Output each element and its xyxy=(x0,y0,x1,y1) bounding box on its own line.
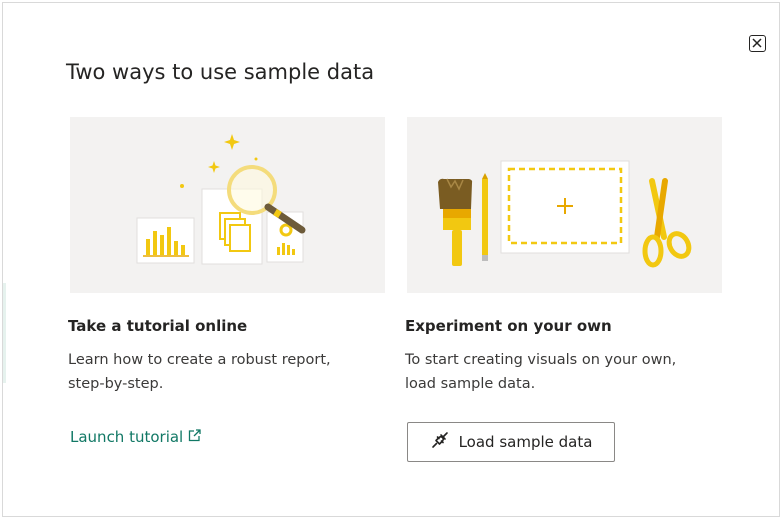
load-sample-data-label: Load sample data xyxy=(458,433,593,451)
close-icon xyxy=(752,38,762,48)
experiment-description: To start creating visuals on your own, l… xyxy=(405,352,677,392)
close-button[interactable] xyxy=(749,35,766,52)
load-sample-data-button[interactable]: Load sample data xyxy=(407,422,615,462)
external-link-icon xyxy=(187,428,202,447)
tutorial-illustration xyxy=(70,117,385,293)
plug-icon xyxy=(430,430,450,454)
experiment-heading: Experiment on your own xyxy=(405,317,612,335)
experiment-illustration xyxy=(407,117,722,293)
sample-data-dialog: Two ways to use sample data Take a tutor… xyxy=(2,2,780,517)
dialog-title: Two ways to use sample data xyxy=(66,60,375,84)
tutorial-heading: Take a tutorial online xyxy=(68,317,248,335)
launch-tutorial-label: Launch tutorial xyxy=(70,428,184,446)
launch-tutorial-link[interactable]: Launch tutorial xyxy=(70,428,202,447)
left-accent-strip xyxy=(3,283,6,383)
tutorial-description: Learn how to create a robust report, ste… xyxy=(68,352,331,392)
